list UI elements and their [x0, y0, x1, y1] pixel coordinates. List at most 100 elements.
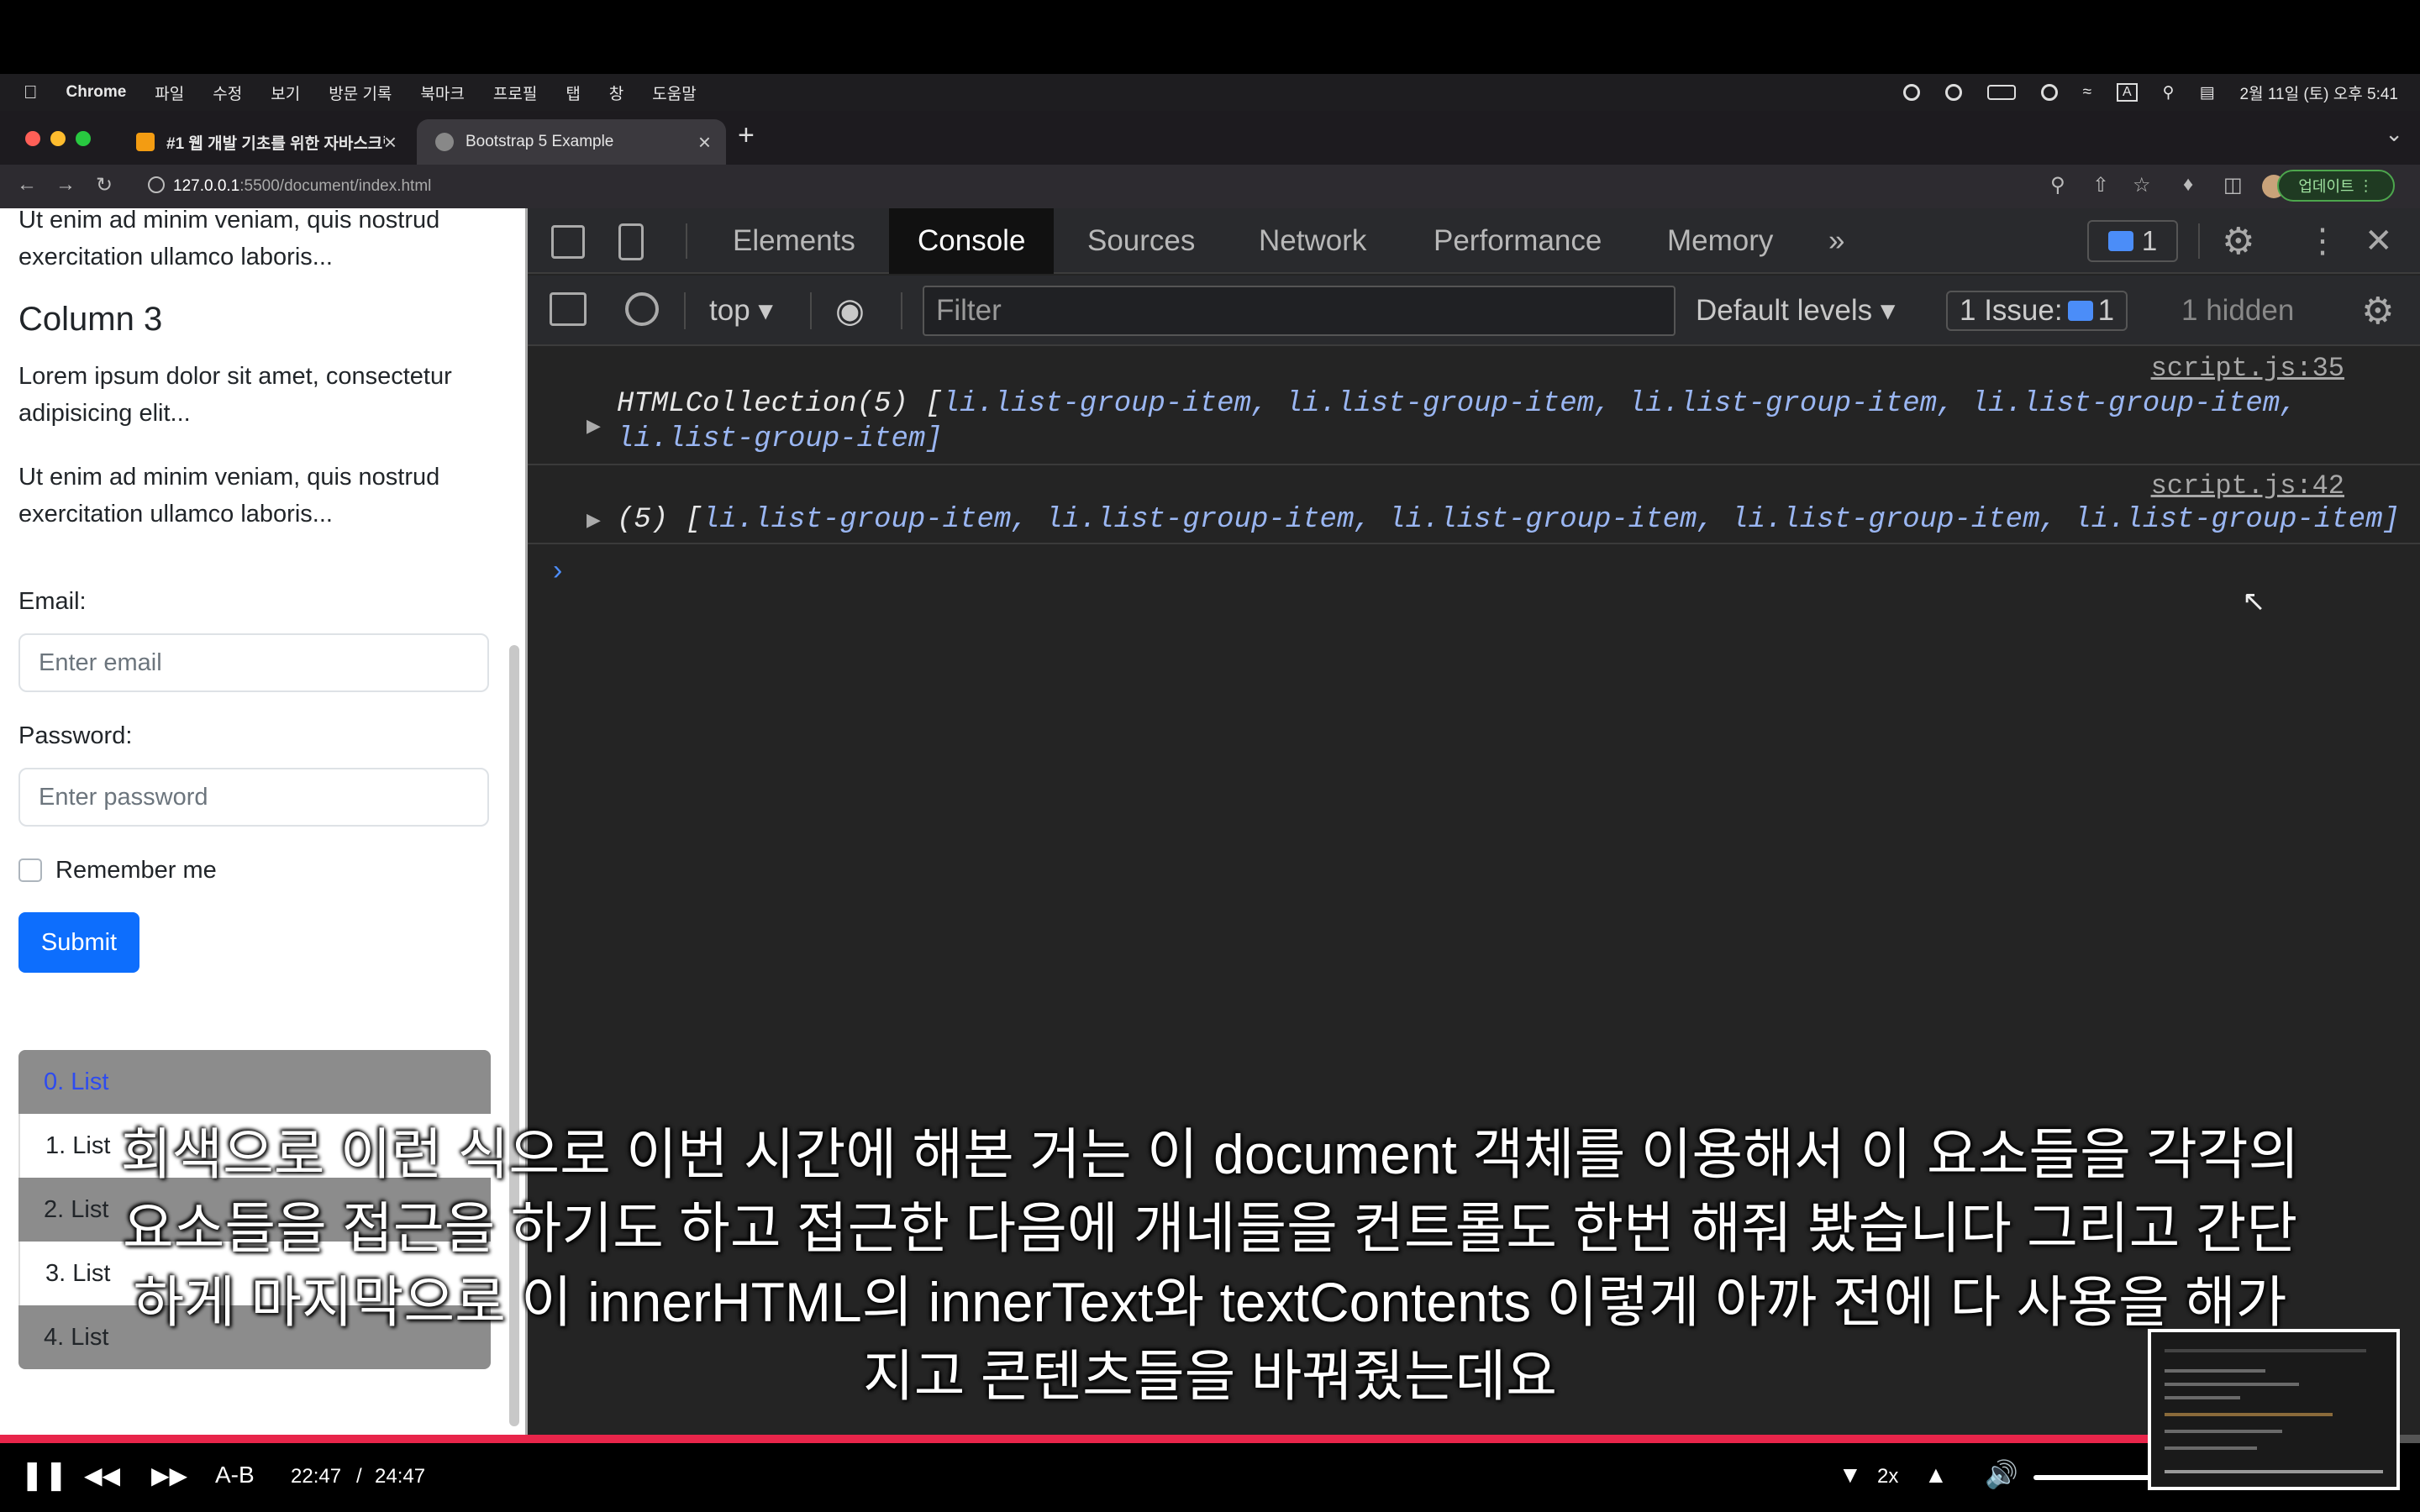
console-prompt-icon[interactable]: › — [553, 554, 562, 587]
submit-button[interactable]: Submit — [18, 912, 139, 973]
tab-performance[interactable]: Performance — [1434, 208, 1602, 274]
expand-triangle-icon[interactable]: ▶ — [587, 509, 601, 531]
expand-triangle-icon[interactable]: ▶ — [587, 415, 601, 437]
tab-elements[interactable]: Elements — [733, 208, 855, 274]
record-icon[interactable] — [1902, 84, 1920, 101]
rewind-icon[interactable]: ◀◀ — [84, 1462, 120, 1489]
menu-profile[interactable]: 프로필 — [493, 81, 537, 104]
issues-button[interactable]: 1 Issue: 1 — [1946, 286, 2128, 336]
email-field[interactable]: Enter email — [18, 633, 489, 692]
console-filter-input[interactable]: Filter — [923, 286, 1676, 336]
reload-icon[interactable]: ↻ — [96, 173, 113, 197]
wifi-icon[interactable]: ≈ — [2083, 83, 2091, 102]
input-source-icon[interactable]: A — [2117, 83, 2138, 102]
menu-view[interactable]: 보기 — [271, 81, 300, 104]
extensions-icon[interactable]: ♦ — [2183, 173, 2193, 197]
log-prefix: HTMLCollection(5) [ — [617, 388, 943, 420]
ab-repeat-button[interactable]: A-B — [215, 1462, 255, 1488]
playback-speed[interactable]: 2x — [1877, 1465, 1898, 1488]
player-controls: ❚❚ ◀◀ ▶▶ A-B 22:47 / 24:47 ▼ 2x ▲ 🔊 — [0, 1443, 2420, 1512]
tab-sources[interactable]: Sources — [1087, 208, 1195, 274]
play-status-icon[interactable] — [2040, 84, 2058, 101]
volume-icon[interactable]: 🔊 — [1985, 1458, 2018, 1490]
log-levels-dropdown[interactable]: Default levels ▾ — [1696, 286, 1895, 336]
url-host: 127.0.0.1 — [173, 177, 240, 195]
tab-network[interactable]: Network — [1259, 208, 1366, 274]
menu-bookmarks[interactable]: 북마크 — [420, 81, 464, 104]
menubar-clock[interactable]: 2월 11일 (토) 오후 5:41 — [2240, 81, 2398, 104]
tab-memory[interactable]: Memory — [1667, 208, 1773, 274]
tab-console[interactable]: Console — [889, 208, 1055, 274]
remember-checkbox[interactable] — [18, 858, 42, 882]
email-label: Email: — [18, 588, 87, 615]
kebab-menu-icon[interactable]: ⋮ — [2306, 208, 2339, 274]
tab-bootstrap-example[interactable]: Bootstrap 5 Example × — [417, 119, 726, 165]
remember-label: Remember me — [55, 857, 217, 884]
console-log-entry[interactable]: script.js:35 ▶ HTMLCollection(5) [li.lis… — [528, 348, 2420, 465]
eye-icon[interactable]: ◉ — [835, 286, 865, 336]
menu-tab[interactable]: 탭 — [566, 81, 580, 104]
menu-help[interactable]: 도움말 — [652, 81, 696, 104]
console-settings-icon[interactable]: ⚙ — [2361, 286, 2394, 336]
console-log-entry[interactable]: script.js:42 ▶ (5) [li.list-group-item, … — [528, 465, 2420, 544]
tab-search-chevron-icon[interactable]: ⌄ — [2385, 121, 2403, 147]
tab-close-icon[interactable]: × — [698, 129, 711, 155]
more-tabs-icon[interactable]: » — [1828, 208, 1844, 274]
context-selector[interactable]: top ▾ — [709, 286, 773, 336]
minimize-window-icon[interactable] — [50, 131, 66, 146]
control-center-icon[interactable]: ▤ — [2200, 83, 2215, 102]
browser-tabbar: #1 웹 개발 기초를 위한 자바스크립트 × Bootstrap 5 Exam… — [0, 111, 2420, 165]
forward-arrow-icon[interactable]: → — [55, 173, 76, 197]
submit-label: Submit — [40, 928, 118, 956]
grammarly-icon[interactable] — [1944, 84, 1962, 101]
menu-file[interactable]: 파일 — [155, 81, 184, 104]
close-window-icon[interactable] — [25, 131, 40, 146]
new-tab-button[interactable]: + — [738, 119, 755, 152]
current-time: 22:47 — [291, 1465, 342, 1488]
settings-gear-icon[interactable]: ⚙ — [2222, 208, 2254, 274]
bookmark-star-icon[interactable]: ☆ — [2133, 173, 2151, 197]
list-item-label: 0. List — [44, 1068, 109, 1095]
menu-window[interactable]: 창 — [609, 81, 623, 104]
menu-edit[interactable]: 수정 — [213, 81, 242, 104]
seek-bar-fill — [0, 1435, 2219, 1443]
message-icon — [2107, 231, 2133, 251]
subtitle-line: 회색으로 이런 식으로 이번 시간에 해본 거는 이 document 객체를 … — [120, 1123, 2300, 1185]
password-field[interactable]: Enter password — [18, 768, 489, 827]
close-devtools-icon[interactable]: ✕ — [2365, 208, 2393, 274]
device-toolbar-icon[interactable] — [618, 223, 644, 260]
speed-down-icon[interactable]: ▼ — [1839, 1462, 1862, 1488]
log-items: li.list-group-item, li.list-group-item, … — [702, 504, 2400, 536]
clear-console-icon[interactable] — [625, 292, 659, 326]
apple-icon[interactable]:  — [24, 81, 38, 103]
video-preview-thumbnail[interactable] — [2148, 1329, 2400, 1490]
issue-count: 1 — [2097, 294, 2115, 327]
zoom-icon[interactable]: ⚲ — [2050, 173, 2065, 197]
sidebar-toggle-icon[interactable] — [550, 292, 587, 326]
speed-up-icon[interactable]: ▲ — [1924, 1462, 1948, 1488]
log-source-link[interactable]: script.js:42 — [2151, 470, 2344, 501]
site-info-icon[interactable] — [148, 176, 165, 193]
subtitle-line: 요소들을 접근을 하기도 하고 접근한 다음에 개네들을 컨트롤도 한번 해줘 … — [122, 1197, 2298, 1259]
tab-close-icon[interactable]: × — [384, 129, 397, 155]
email-placeholder: Enter email — [39, 648, 162, 676]
update-button[interactable]: 업데이트 ⋮ — [2277, 170, 2395, 202]
side-panel-icon[interactable]: ◫ — [2223, 173, 2243, 197]
address-bar[interactable]: 127.0.0.1 :5500/document/index.html — [143, 171, 2033, 202]
list-item: 0. List — [18, 1050, 491, 1114]
maximize-window-icon[interactable] — [76, 131, 91, 146]
share-icon[interactable]: ⇧ — [2092, 173, 2109, 197]
separator — [2198, 223, 2200, 259]
battery-icon[interactable] — [1986, 85, 2016, 100]
inspect-element-icon[interactable] — [551, 225, 585, 259]
menu-history[interactable]: 방문 기록 — [329, 81, 392, 104]
tab-javascript-course[interactable]: #1 웹 개발 기초를 위한 자바스크립트 × — [118, 119, 412, 165]
back-arrow-icon[interactable]: ← — [17, 173, 37, 197]
spotlight-icon[interactable]: ⚲ — [2163, 83, 2175, 102]
update-label: 업데이트 — [2298, 178, 2354, 195]
pause-icon[interactable]: ❚❚ — [20, 1458, 68, 1492]
menu-app-name[interactable]: Chrome — [66, 83, 127, 102]
log-source-link[interactable]: script.js:35 — [2151, 353, 2344, 384]
issues-badge-button[interactable]: 1 — [2087, 220, 2178, 262]
fast-forward-icon[interactable]: ▶▶ — [151, 1462, 187, 1489]
